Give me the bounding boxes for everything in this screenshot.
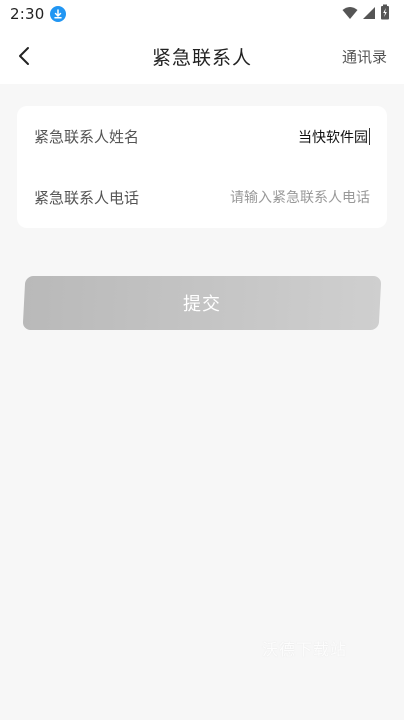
submit-label: 提交	[183, 294, 221, 315]
name-input[interactable]	[178, 128, 368, 145]
status-icons	[342, 4, 390, 24]
phone-row: 紧急联系人电话	[17, 167, 387, 228]
battery-icon	[380, 4, 390, 24]
back-button[interactable]	[10, 42, 38, 70]
contact-form: 紧急联系人姓名 紧急联系人电话	[17, 106, 387, 228]
status-bar: 2:30	[0, 0, 404, 28]
download-icon	[50, 6, 67, 22]
phone-label: 紧急联系人电话	[34, 189, 140, 207]
watermark: 沃德下载站	[262, 640, 348, 659]
status-time: 2:30	[10, 5, 45, 23]
text-cursor	[369, 128, 370, 145]
chevron-left-icon	[19, 47, 29, 65]
signal-icon	[362, 5, 376, 24]
contacts-button[interactable]: 通讯录	[342, 46, 387, 67]
name-row: 紧急联系人姓名	[17, 106, 387, 167]
submit-button[interactable]: 提交	[22, 276, 382, 330]
nav-header: 紧急联系人 通讯录	[0, 28, 404, 84]
name-label: 紧急联系人姓名	[34, 128, 140, 146]
wifi-icon	[342, 5, 358, 24]
phone-input[interactable]	[180, 189, 370, 206]
page-title: 紧急联系人	[151, 46, 252, 69]
